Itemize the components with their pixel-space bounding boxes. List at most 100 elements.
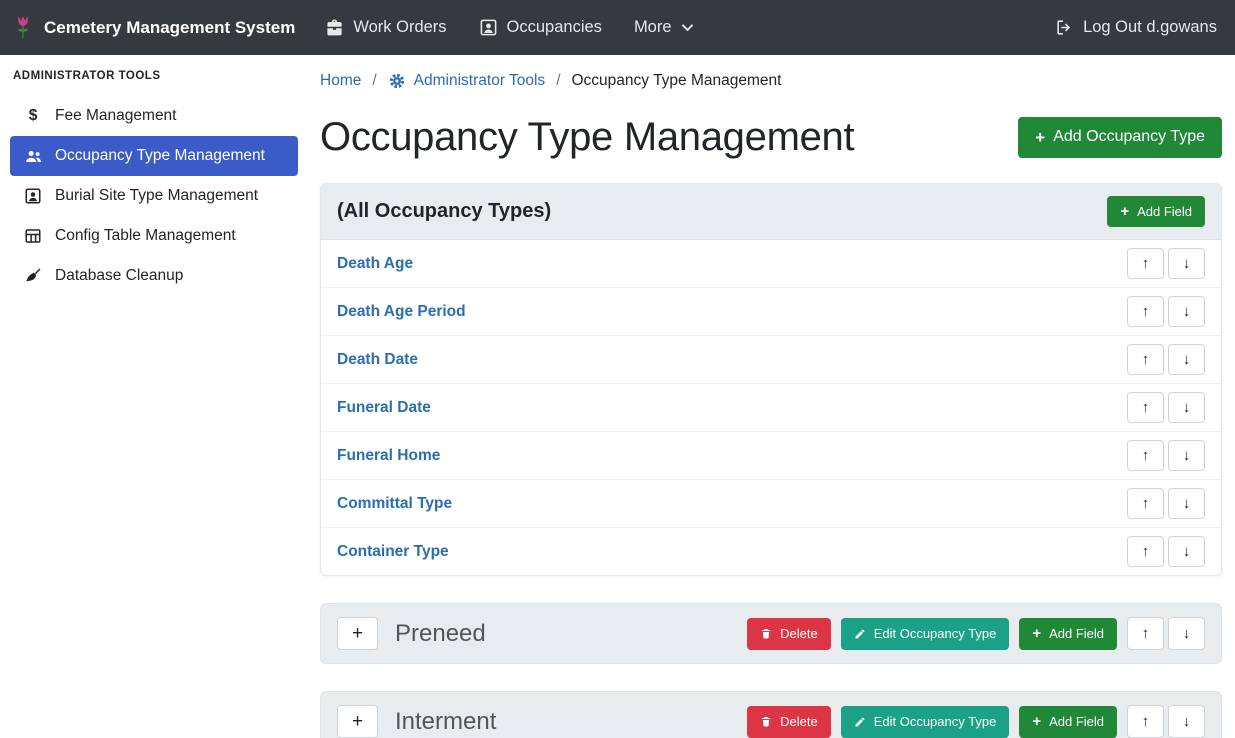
move-up-button[interactable]: ↑ [1127, 617, 1164, 650]
arrow-down-icon: ↓ [1183, 256, 1191, 271]
section-title: Interment [395, 708, 496, 736]
move-down-button[interactable]: ↓ [1168, 296, 1205, 327]
move-up-button[interactable]: ↑ [1127, 536, 1164, 567]
move-down-button[interactable]: ↓ [1168, 392, 1205, 423]
nav-occupancies[interactable]: Occupancies [479, 18, 602, 37]
nav-more[interactable]: More [634, 18, 694, 37]
breadcrumb-admin-tools-link[interactable]: Administrator Tools [388, 72, 546, 90]
edit-occupancy-type-button[interactable]: Edit Occupancy Type [841, 618, 1010, 650]
expand-button[interactable]: + [337, 617, 378, 650]
top-navbar: Cemetery Management System Work Orders O… [0, 0, 1235, 55]
add-occupancy-type-label: Add Occupancy Type [1053, 128, 1205, 146]
nav-work-orders-label: Work Orders [353, 18, 446, 37]
add-field-label: Add Field [1049, 626, 1104, 641]
nav-occupancies-label: Occupancies [507, 18, 602, 37]
pencil-icon [854, 628, 866, 640]
nav-work-orders[interactable]: Work Orders [325, 18, 446, 37]
move-up-button[interactable]: ↑ [1127, 705, 1164, 738]
field-link-death-age[interactable]: Death Age [337, 255, 413, 273]
plus-icon: + [1035, 129, 1045, 146]
add-occupancy-type-button[interactable]: + Add Occupancy Type [1018, 117, 1222, 158]
arrow-down-icon: ↓ [1183, 626, 1191, 641]
section-actions: Delete Edit Occupancy Type + Add Field ↑… [747, 617, 1205, 650]
arrow-down-icon: ↓ [1183, 352, 1191, 367]
trash-icon [760, 627, 772, 640]
field-row: Funeral Date ↑ ↓ [321, 383, 1221, 431]
reorder-buttons: ↑ ↓ [1127, 392, 1205, 423]
reorder-buttons: ↑ ↓ [1127, 536, 1205, 567]
sidebar-item-fee-management[interactable]: $ Fee Management [10, 96, 298, 136]
move-up-button[interactable]: ↑ [1127, 296, 1164, 327]
arrow-up-icon: ↑ [1142, 256, 1150, 271]
breadcrumb-home-link[interactable]: Home [320, 72, 361, 90]
gear-icon [388, 72, 406, 90]
dollar-icon: $ [22, 107, 44, 125]
field-link-funeral-date[interactable]: Funeral Date [337, 399, 431, 417]
broom-icon [22, 267, 44, 285]
trash-icon [760, 715, 772, 728]
sidebar-heading: Administrator Tools [10, 70, 298, 96]
person-frame-icon [22, 187, 44, 205]
field-row: Death Age Period ↑ ↓ [321, 287, 1221, 335]
reorder-buttons: ↑ ↓ [1127, 296, 1205, 327]
arrow-down-icon: ↓ [1183, 400, 1191, 415]
plus-icon: + [1032, 626, 1041, 641]
field-row: Funeral Home ↑ ↓ [321, 431, 1221, 479]
logout-link[interactable]: Log Out d.gowans [1055, 18, 1217, 37]
edit-occupancy-type-button[interactable]: Edit Occupancy Type [841, 706, 1010, 738]
field-link-container-type[interactable]: Container Type [337, 543, 449, 561]
field-link-committal-type[interactable]: Committal Type [337, 495, 452, 513]
arrow-down-icon: ↓ [1183, 448, 1191, 463]
delete-button[interactable]: Delete [747, 618, 831, 650]
add-field-button[interactable]: + Add Field [1019, 618, 1117, 650]
plus-icon: + [1032, 714, 1041, 729]
move-up-button[interactable]: ↑ [1127, 440, 1164, 471]
section-preneed: + Preneed Delete Edit Occupancy Type + [320, 603, 1222, 664]
sidebar-item-occupancy-type-management[interactable]: Occupancy Type Management [10, 136, 298, 176]
add-field-button[interactable]: + Add Field [1019, 706, 1117, 738]
move-down-button[interactable]: ↓ [1168, 536, 1205, 567]
sidebar-item-label: Occupancy Type Management [55, 147, 265, 165]
move-down-button[interactable]: ↓ [1168, 617, 1205, 650]
arrow-down-icon: ↓ [1183, 714, 1191, 729]
sidebar-item-burial-site-type-management[interactable]: Burial Site Type Management [10, 176, 298, 216]
main-content: Home / Administrator Tools / Occupancy T… [308, 55, 1235, 738]
field-row: Death Date ↑ ↓ [321, 335, 1221, 383]
sidebar: Administrator Tools $ Fee Management Occ… [0, 55, 308, 738]
move-down-button[interactable]: ↓ [1168, 248, 1205, 279]
field-link-death-date[interactable]: Death Date [337, 351, 418, 369]
add-field-button[interactable]: + Add Field [1107, 196, 1205, 227]
sidebar-item-label: Database Cleanup [55, 267, 183, 285]
reorder-buttons: ↑ ↓ [1127, 440, 1205, 471]
field-row: Container Type ↑ ↓ [321, 527, 1221, 575]
sidebar-item-label: Config Table Management [55, 227, 236, 245]
edit-occupancy-type-label: Edit Occupancy Type [874, 714, 997, 729]
occupancies-icon [479, 18, 498, 37]
delete-button[interactable]: Delete [747, 706, 831, 738]
move-up-button[interactable]: ↑ [1127, 392, 1164, 423]
move-up-button[interactable]: ↑ [1127, 344, 1164, 375]
plus-icon: + [1120, 204, 1129, 219]
arrow-up-icon: ↑ [1142, 304, 1150, 319]
move-up-button[interactable]: ↑ [1127, 248, 1164, 279]
move-up-button[interactable]: ↑ [1127, 488, 1164, 519]
sidebar-item-label: Fee Management [55, 107, 177, 125]
brand-link[interactable]: Cemetery Management System [12, 14, 295, 41]
move-down-button[interactable]: ↓ [1168, 344, 1205, 375]
sidebar-item-database-cleanup[interactable]: Database Cleanup [10, 256, 298, 296]
move-down-button[interactable]: ↓ [1168, 488, 1205, 519]
sidebar-item-config-table-management[interactable]: Config Table Management [10, 216, 298, 256]
all-occupancy-types-card: (All Occupancy Types) + Add Field Death … [320, 183, 1222, 576]
field-link-funeral-home[interactable]: Funeral Home [337, 447, 440, 465]
delete-label: Delete [780, 626, 818, 641]
expand-button[interactable]: + [337, 705, 378, 738]
move-down-button[interactable]: ↓ [1168, 705, 1205, 738]
logout-icon [1055, 18, 1074, 37]
field-link-death-age-period[interactable]: Death Age Period [337, 303, 466, 321]
plus-icon: + [352, 623, 363, 645]
card-header: (All Occupancy Types) + Add Field [321, 184, 1221, 240]
users-icon [22, 147, 44, 166]
work-orders-icon [325, 18, 344, 37]
nav-more-label: More [634, 18, 672, 37]
move-down-button[interactable]: ↓ [1168, 440, 1205, 471]
